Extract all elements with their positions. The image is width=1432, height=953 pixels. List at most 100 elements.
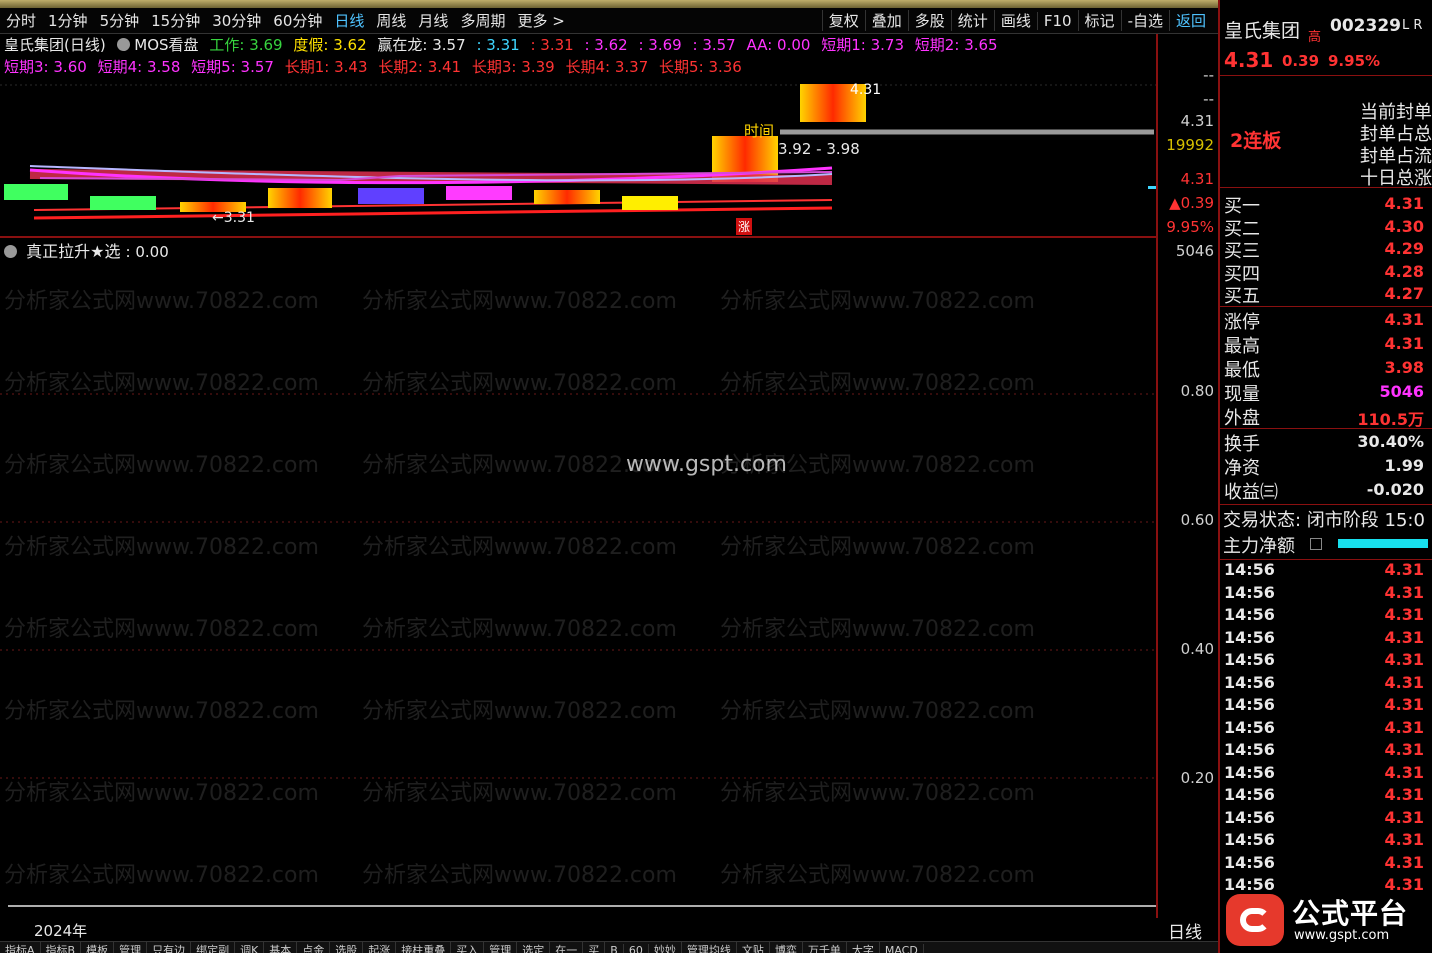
sub-indicator-chart[interactable]: 分析家公式网www.70822.com 分析家公式网www.70822.com 分析… [0, 238, 1432, 918]
bottom-tab[interactable]: 指标A [0, 942, 41, 953]
long3-label: 长期3: [471, 58, 517, 76]
bottom-tab[interactable]: 绑定副 [191, 942, 236, 953]
trade-status: 交易状态: 闭市阶段 15:0 [1223, 510, 1425, 531]
bottom-tab[interactable]: B [605, 944, 624, 953]
bottom-tab[interactable]: MACD [880, 944, 924, 953]
background-watermark: 分析家公式网www.70822.com [720, 699, 1035, 724]
aa-label: AA: [746, 36, 773, 54]
toggle-circle-icon[interactable] [116, 38, 130, 51]
bottom-tab[interactable]: 调K [235, 942, 265, 953]
period-tab[interactable]: 分时 [6, 10, 36, 31]
bottom-tab[interactable]: 管理均线 [682, 942, 737, 953]
period-tab[interactable]: 月线 [418, 10, 448, 31]
tick-row: 14:56 4.31 [1220, 583, 1432, 606]
year-label: 2024年 [34, 922, 88, 940]
period-tab[interactable]: 多周期 [460, 10, 505, 31]
yzl-sub-1: : 3.31 [476, 36, 520, 54]
dujia-label: 度假: [293, 36, 329, 54]
last-price: 4.31 [1224, 48, 1274, 72]
bottom-tab[interactable]: 点金 [297, 942, 331, 953]
period-label: 日线 [1168, 923, 1202, 943]
tick-price: 4.31 [1384, 830, 1424, 849]
axis-dash-1: -- [1203, 66, 1214, 84]
bottom-tab[interactable]: 选股 [330, 942, 364, 953]
bottom-tab[interactable]: 文贴 [737, 942, 770, 953]
quote-row: 买一 4.31 [1220, 192, 1432, 217]
toolbar-action-button[interactable]: 标记 [1077, 10, 1121, 31]
toolbar-action-button[interactable]: 叠加 [864, 10, 908, 31]
toolbar-action-button[interactable]: -自选 [1120, 10, 1169, 31]
quote-row: 最低 3.98 [1220, 356, 1432, 381]
period-tab[interactable]: 更多 > [517, 10, 564, 31]
tick-row: 14:56 4.31 [1220, 695, 1432, 718]
toolbar-action-button[interactable]: 画线 [993, 10, 1037, 31]
tick-time: 14:56 [1224, 785, 1275, 804]
bottom-tab[interactable]: 妙妙 [649, 942, 682, 953]
main-price-chart[interactable]: 4.31 时间 3.92 - 3.98 ←3.31 涨 [0, 80, 1156, 238]
list-icon[interactable] [1310, 538, 1322, 550]
tick-row: 14:56 4.31 [1220, 605, 1432, 628]
bottom-tab[interactable]: 博弈 [770, 942, 803, 953]
bottom-tab[interactable]: 大字 [847, 942, 880, 953]
quote-value: 1.99 [1384, 456, 1424, 475]
period-tab[interactable]: 30分钟 [212, 10, 261, 31]
toolbar-action-button[interactable]: F10 [1036, 12, 1078, 30]
tick-row: 14:56 4.31 [1220, 628, 1432, 651]
bottom-tab[interactable]: 起涨 [363, 942, 397, 953]
bottom-tab[interactable]: 在一 [550, 942, 584, 953]
period-tab[interactable]: 1分钟 [48, 10, 88, 31]
time-label: 时间 [744, 122, 775, 140]
period-tab[interactable]: 5分钟 [100, 10, 140, 31]
background-watermark: 分析家公式网www.70822.com [720, 289, 1035, 314]
tick-time: 14:56 [1224, 605, 1275, 624]
period-tab[interactable]: 60分钟 [273, 10, 322, 31]
toolbar-action-button[interactable]: 统计 [950, 10, 994, 31]
quote-label: 最低 [1224, 360, 1260, 381]
period-tab[interactable]: 周线 [376, 10, 406, 31]
high-price-label: 4.31 [850, 82, 882, 98]
axis-price: 4.31 [1180, 112, 1214, 130]
indicator-name[interactable]: MOS看盘 [116, 36, 204, 54]
period-tab[interactable]: 15分钟 [151, 10, 200, 31]
toolbar-action-button[interactable]: 多股 [907, 10, 951, 31]
bottom-tab[interactable]: 60 [624, 944, 649, 953]
tick-list[interactable]: 14:56 4.31 14:56 4.31 14:56 4.31 14:56 4.31 14:5… [1220, 560, 1432, 890]
quote-value: 4.27 [1384, 284, 1424, 303]
main-flow-row[interactable]: 主力净额 [1220, 532, 1432, 558]
bottom-tab[interactable]: 接柱重叠 [396, 942, 452, 953]
bottom-tab[interactable]: 买入 [451, 942, 485, 953]
bottom-tab[interactable]: 模板 [81, 942, 115, 953]
gspt-logo: 公式平台 www.gspt.com [1226, 892, 1426, 948]
period-tab[interactable]: 日线 [334, 10, 364, 31]
candle [622, 196, 678, 210]
background-watermark: 分析家公式网www.70822.com [720, 781, 1035, 806]
sub-indicator-title: 真正拉升★选 : 0.00 [4, 238, 169, 262]
long2-label: 长期2: [378, 58, 423, 76]
stock-title[interactable]: 皇氏集团(日线) [4, 36, 106, 54]
low-arrow-label: ←3.31 [212, 210, 255, 226]
lr-toggle[interactable]: L R [1402, 18, 1422, 33]
background-watermark: 分析家公式网www.70822.com [4, 617, 319, 642]
bottom-tab[interactable]: 管理 [114, 942, 148, 953]
bottom-tab[interactable]: 选定 [517, 942, 551, 953]
bottom-tab[interactable]: 指标B [41, 942, 82, 953]
quote-value: 4.31 [1384, 194, 1424, 213]
bottom-tab[interactable]: 买 [583, 942, 606, 953]
short3-label: 短期3: [4, 58, 49, 76]
center-watermark: www.gspt.com [626, 452, 787, 477]
bottom-tab[interactable]: 万千单 [803, 942, 847, 953]
background-watermark: 分析家公式网www.70822.com [362, 371, 677, 396]
long5-value: 3.36 [708, 58, 742, 76]
bottom-tab[interactable]: 只有边 [147, 942, 192, 953]
toolbar-action-button[interactable]: 复权 [821, 10, 865, 31]
bottom-tab[interactable]: 管理 [484, 942, 518, 953]
toggle-circle-icon[interactable] [4, 245, 17, 258]
axis-marker [1148, 186, 1156, 189]
dujia-value: 3.62 [333, 36, 367, 54]
bottom-tab[interactable]: 基本 [264, 942, 298, 953]
tick-time: 14:56 [1224, 807, 1275, 827]
quote-row: 买二 4.30 [1220, 215, 1432, 240]
tick-price: 4.31 [1384, 785, 1424, 804]
toolbar-action-button[interactable]: 返回 [1168, 10, 1212, 31]
tick-time: 14:56 [1224, 627, 1275, 647]
